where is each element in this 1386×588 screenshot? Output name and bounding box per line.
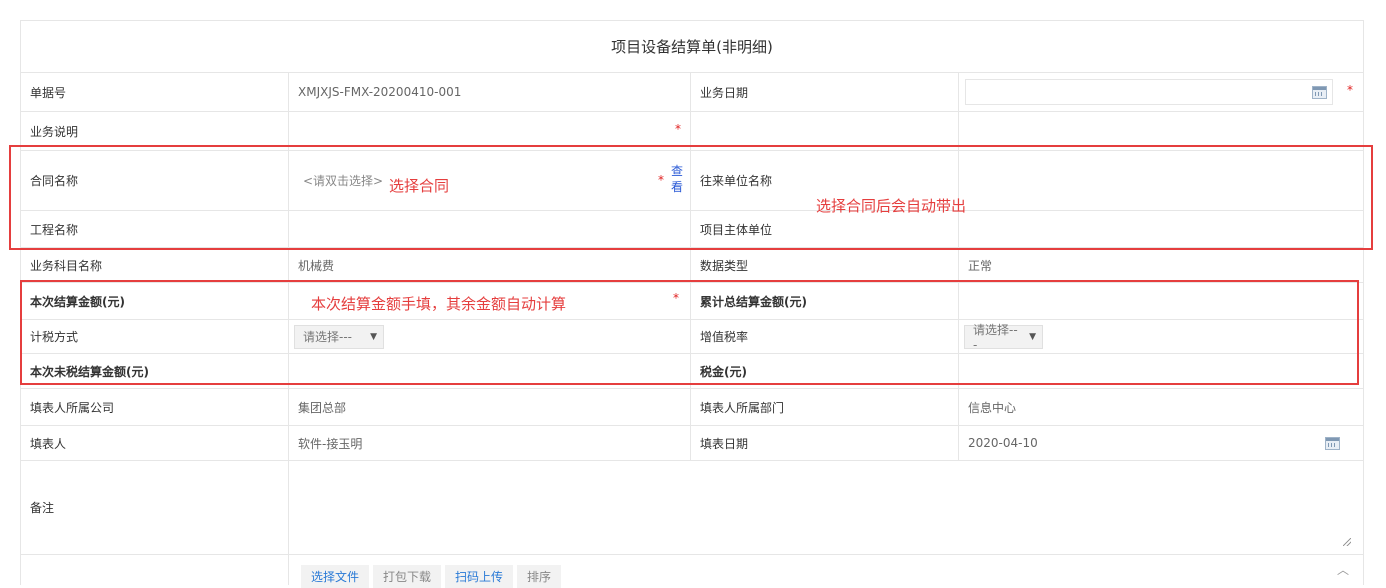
label-data-type: 数据类型 bbox=[691, 248, 959, 282]
chevron-up-icon[interactable]: ︿ bbox=[1337, 561, 1349, 578]
sort-button[interactable]: 排序 bbox=[517, 565, 562, 588]
scan-upload-button[interactable]: 扫码上传 bbox=[445, 565, 514, 588]
label-company: 填表人所属公司 bbox=[21, 389, 289, 425]
label-fill-date: 填表日期 bbox=[691, 426, 959, 460]
annotation-box-amount bbox=[20, 280, 1359, 385]
calendar-icon[interactable] bbox=[1325, 437, 1340, 450]
annotation-auto-fill: 选择合同后会自动带出 bbox=[816, 197, 967, 215]
row-subject: 业务科目名称 机械费 数据类型 正常 bbox=[21, 248, 1363, 283]
biz-date-input[interactable] bbox=[965, 79, 1333, 105]
download-all-button[interactable]: 打包下载 bbox=[373, 565, 442, 588]
label-bill-no: 单据号 bbox=[21, 73, 289, 111]
value-filler: 软件-接玉明 bbox=[289, 426, 691, 460]
biz-date-cell: * bbox=[959, 73, 1363, 111]
attachment-toolbar: 选择文件 打包下载 扫码上传 排序 bbox=[301, 565, 562, 588]
annotation-select-contract: 选择合同 bbox=[389, 177, 450, 195]
row-bill-no: 单据号 XMJXJS-FMX-20200410-001 业务日期 * bbox=[21, 73, 1363, 112]
choose-file-button[interactable]: 选择文件 bbox=[301, 565, 370, 588]
form-title: 项目设备结算单(非明细) bbox=[21, 21, 1363, 73]
annotation-amount-note: 本次结算金额手填，其余金额自动计算 bbox=[311, 295, 567, 313]
label-department: 填表人所属部门 bbox=[691, 389, 959, 425]
row-attachments: 选择文件 打包下载 扫码上传 排序 ︿ bbox=[21, 555, 1363, 588]
row-company: 填表人所属公司 集团总部 填表人所属部门 信息中心 bbox=[21, 389, 1363, 426]
value-bill-no: XMJXJS-FMX-20200410-001 bbox=[289, 73, 691, 111]
fill-date-cell: 2020-04-10 bbox=[959, 426, 1363, 460]
label-filler: 填表人 bbox=[21, 426, 289, 460]
required-mark: * bbox=[1347, 83, 1353, 97]
label-remark: 备注 bbox=[21, 461, 289, 554]
label-subject-name: 业务科目名称 bbox=[21, 248, 289, 282]
value-company: 集团总部 bbox=[289, 389, 691, 425]
resize-grip-icon[interactable] bbox=[1343, 538, 1351, 546]
label-biz-date: 业务日期 bbox=[691, 73, 959, 111]
remark-textarea[interactable] bbox=[289, 461, 1363, 554]
value-data-type: 正常 bbox=[968, 258, 993, 273]
value-fill-date: 2020-04-10 bbox=[968, 436, 1038, 450]
row-remark: 备注 bbox=[21, 461, 1363, 555]
row-filler: 填表人 软件-接玉明 填表日期 2020-04-10 bbox=[21, 426, 1363, 461]
value-department: 信息中心 bbox=[968, 400, 1017, 415]
calendar-icon[interactable] bbox=[1312, 86, 1327, 99]
value-subject-name: 机械费 bbox=[289, 248, 691, 282]
label-attachments bbox=[21, 555, 289, 585]
attachments-cell: 选择文件 打包下载 扫码上传 排序 ︿ bbox=[289, 555, 1363, 588]
annotation-box-contract bbox=[9, 145, 1373, 250]
required-mark: * bbox=[675, 122, 681, 136]
